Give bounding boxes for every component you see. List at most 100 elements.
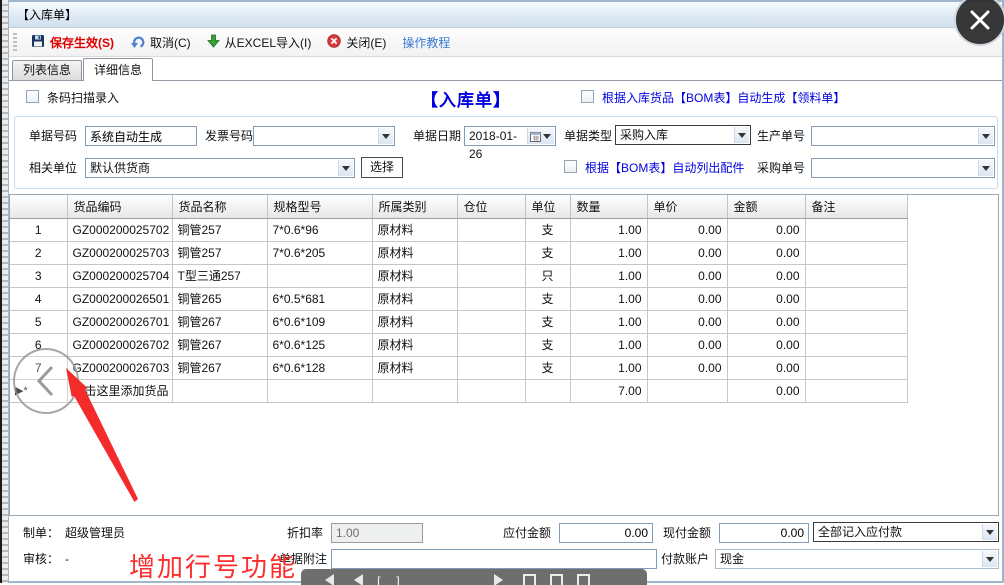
- cell-remark[interactable]: [805, 287, 907, 310]
- prev-icon[interactable]: [348, 574, 363, 585]
- cell-remark[interactable]: [805, 241, 907, 264]
- cell-location[interactable]: [457, 218, 525, 241]
- window-icon[interactable]: [523, 574, 536, 585]
- cell-unit[interactable]: 只: [525, 264, 570, 287]
- col-code[interactable]: 货品编码: [67, 195, 172, 218]
- chevron-down-icon[interactable]: [378, 128, 393, 144]
- col-name[interactable]: 货品名称: [172, 195, 267, 218]
- chevron-down-icon[interactable]: [982, 551, 997, 567]
- cell-code[interactable]: GZ000200025702: [67, 218, 172, 241]
- cell-name[interactable]: 铜管257: [172, 241, 267, 264]
- cell-category[interactable]: 原材料: [372, 287, 457, 310]
- cell-name[interactable]: 铜管267: [172, 333, 267, 356]
- cell-no[interactable]: 2: [10, 241, 67, 264]
- chevron-down-icon[interactable]: [982, 524, 997, 540]
- cell-no[interactable]: 5: [10, 310, 67, 333]
- cell-price[interactable]: 0.00: [647, 287, 727, 310]
- cancel-button[interactable]: 取消(C): [122, 31, 199, 54]
- excel-import-button[interactable]: 从EXCEL导入(I): [199, 31, 320, 54]
- bom-list-checkbox[interactable]: [564, 160, 577, 174]
- cell-spec[interactable]: 7*0.6*96: [267, 218, 372, 241]
- cell-no[interactable]: 4: [10, 287, 67, 310]
- cell-code[interactable]: GZ000200026701: [67, 310, 172, 333]
- cell-qty[interactable]: 1.00: [570, 333, 647, 356]
- doc-type-combo[interactable]: 采购入库: [615, 125, 751, 145]
- window-icon[interactable]: [577, 574, 590, 585]
- cell-location[interactable]: [457, 356, 525, 379]
- cell-unit[interactable]: 支: [525, 356, 570, 379]
- cell-spec[interactable]: 7*0.6*205: [267, 241, 372, 264]
- col-amount[interactable]: 金额: [727, 195, 805, 218]
- cell-no[interactable]: 1: [10, 218, 67, 241]
- cell-code[interactable]: GZ000200026501: [67, 287, 172, 310]
- save-button[interactable]: 保存生效(S): [23, 31, 122, 54]
- cell-spec[interactable]: 6*0.6*109: [267, 310, 372, 333]
- account-combo[interactable]: 现金: [715, 549, 999, 569]
- cell-category[interactable]: 原材料: [372, 333, 457, 356]
- col-unit[interactable]: 单位: [525, 195, 570, 218]
- col-qty[interactable]: 数量: [570, 195, 647, 218]
- cell-code[interactable]: GZ000200025703: [67, 241, 172, 264]
- cell-code[interactable]: GZ000200025704: [67, 264, 172, 287]
- payable-mode-combo[interactable]: 全部记入应付款: [813, 522, 999, 542]
- chevron-down-icon[interactable]: [978, 160, 993, 176]
- calendar-icon[interactable]: [527, 128, 554, 144]
- cell-remark[interactable]: [805, 356, 907, 379]
- cell-category[interactable]: 原材料: [372, 356, 457, 379]
- col-rownum[interactable]: [10, 195, 67, 218]
- col-price[interactable]: 单价: [647, 195, 727, 218]
- cell-unit[interactable]: 支: [525, 218, 570, 241]
- col-spec[interactable]: 规格型号: [267, 195, 372, 218]
- production-no-combo[interactable]: [811, 126, 995, 146]
- cell-amount[interactable]: 0.00: [727, 264, 805, 287]
- cell-amount[interactable]: 0.00: [727, 356, 805, 379]
- cell-name[interactable]: 铜管267: [172, 310, 267, 333]
- bom-generate-checkbox[interactable]: [581, 90, 594, 104]
- play-icon[interactable]: [494, 574, 509, 585]
- cell-spec[interactable]: [267, 264, 372, 287]
- cell-price[interactable]: 0.00: [647, 241, 727, 264]
- prev-icon[interactable]: [319, 574, 334, 585]
- cell-amount[interactable]: 0.00: [727, 287, 805, 310]
- cell-spec[interactable]: 6*0.5*681: [267, 287, 372, 310]
- cell-location[interactable]: [457, 333, 525, 356]
- cash-input[interactable]: [719, 523, 809, 543]
- cell-remark[interactable]: [805, 333, 907, 356]
- tab-detail-info[interactable]: 详细信息: [83, 58, 153, 81]
- select-button[interactable]: 选择: [361, 157, 403, 178]
- note-input[interactable]: [331, 549, 657, 569]
- related-unit-combo[interactable]: 默认供货商: [85, 158, 355, 178]
- cell-location[interactable]: [457, 287, 525, 310]
- cell-name[interactable]: 铜管257: [172, 218, 267, 241]
- cell-qty[interactable]: 1.00: [570, 218, 647, 241]
- cell-qty[interactable]: 1.00: [570, 241, 647, 264]
- cell-amount[interactable]: 0.00: [727, 310, 805, 333]
- invoice-combo[interactable]: [253, 126, 395, 146]
- cell-unit[interactable]: 支: [525, 241, 570, 264]
- col-location[interactable]: 仓位: [457, 195, 525, 218]
- cell-amount[interactable]: 0.00: [727, 333, 805, 356]
- cell-qty[interactable]: 1.00: [570, 287, 647, 310]
- cell-remark[interactable]: [805, 310, 907, 333]
- toolbar-grip[interactable]: [13, 33, 17, 51]
- tutorial-link[interactable]: 操作教程: [394, 31, 458, 54]
- cell-unit[interactable]: 支: [525, 310, 570, 333]
- col-remark[interactable]: 备注: [805, 195, 907, 218]
- cell-unit[interactable]: 支: [525, 287, 570, 310]
- cell-location[interactable]: [457, 310, 525, 333]
- cell-price[interactable]: 0.00: [647, 310, 727, 333]
- chevron-down-icon[interactable]: [734, 127, 749, 143]
- cell-name[interactable]: 铜管265: [172, 287, 267, 310]
- window-icon[interactable]: [550, 574, 563, 585]
- cell-name[interactable]: T型三通257: [172, 264, 267, 287]
- cell-location[interactable]: [457, 241, 525, 264]
- cell-price[interactable]: 0.00: [647, 264, 727, 287]
- cell-amount[interactable]: 0.00: [727, 241, 805, 264]
- cell-category[interactable]: 原材料: [372, 310, 457, 333]
- cell-price[interactable]: 0.00: [647, 356, 727, 379]
- cell-price[interactable]: 0.00: [647, 333, 727, 356]
- cell-category[interactable]: 原材料: [372, 264, 457, 287]
- cell-spec[interactable]: 6*0.6*125: [267, 333, 372, 356]
- chevron-down-icon[interactable]: [338, 160, 353, 176]
- cell-remark[interactable]: [805, 264, 907, 287]
